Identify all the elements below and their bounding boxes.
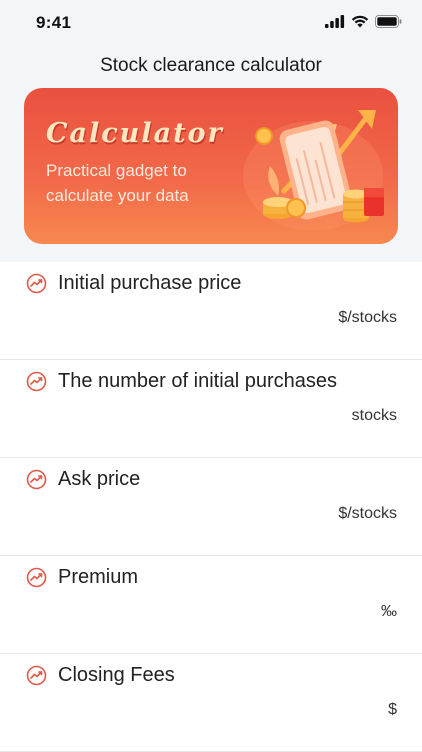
calculator-banner: Calculator Practical gadget to calculate…: [24, 88, 398, 244]
field-label: Ask price: [58, 468, 141, 490]
page-title: Stock clearance calculator: [100, 55, 322, 76]
closing-fees-input[interactable]: [58, 700, 312, 728]
trend-icon: [26, 371, 47, 392]
premium-input[interactable]: [58, 602, 312, 630]
unit-label: $: [388, 701, 397, 718]
wifi-icon: [351, 15, 369, 28]
field-initial-purchases: The number of initial purchases stocks: [0, 360, 422, 458]
calculator-form: Initial purchase price $/stocks The numb…: [0, 262, 422, 752]
signal-icon: [325, 15, 345, 28]
initial-purchases-input[interactable]: [58, 406, 312, 434]
field-label: The number of initial purchases: [58, 370, 338, 392]
header-area: 9:41 Stock clearance calculator Calculat…: [0, 0, 422, 262]
unit-label: stocks: [351, 407, 397, 424]
status-bar: 9:41: [0, 0, 422, 48]
ask-price-input[interactable]: [58, 504, 312, 532]
trend-icon: [26, 567, 47, 588]
field-ask-price: Ask price $/stocks: [0, 458, 422, 556]
field-label: Closing Fees: [58, 664, 175, 686]
banner-heading: Calculator: [46, 118, 224, 149]
status-icons: [325, 15, 402, 28]
unit-label: ‰: [381, 603, 397, 620]
field-label: Premium: [58, 566, 139, 588]
unit-label: $/stocks: [338, 505, 397, 522]
phone-coins-illustration: [243, 110, 384, 231]
initial-purchase-price-input[interactable]: [58, 308, 312, 336]
trend-icon: [26, 665, 47, 686]
banner-subtitle: Practical gadget to calculate your data: [46, 161, 189, 205]
battery-icon: [375, 15, 402, 28]
field-closing-fees: Closing Fees $: [0, 654, 422, 752]
trend-icon: [26, 469, 47, 490]
field-initial-purchase-price: Initial purchase price $/stocks: [0, 262, 422, 360]
status-time: 9:41: [36, 13, 72, 32]
unit-label: $/stocks: [338, 309, 397, 326]
trend-icon: [26, 273, 47, 294]
field-premium: Premium ‰: [0, 556, 422, 654]
field-label: Initial purchase price: [58, 272, 242, 294]
